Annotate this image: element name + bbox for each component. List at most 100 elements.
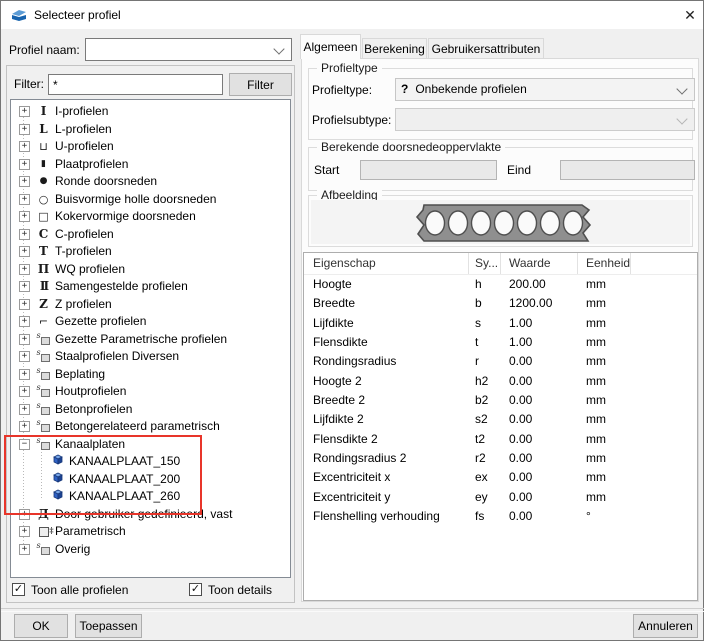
expand-icon[interactable]: + — [19, 404, 30, 415]
column-header[interactable]: Sy... — [469, 253, 501, 274]
table-row[interactable]: Flensdikte 2t20.00mm — [304, 430, 697, 449]
profielsubtype-combobox[interactable] — [395, 108, 695, 131]
tree-item[interactable]: +IISamengestelde profielen — [11, 278, 290, 296]
tree-item[interactable]: +ДDoor gebruiker gedefinieerd, vast — [11, 506, 290, 524]
expand-icon[interactable]: + — [19, 264, 30, 275]
tree-item[interactable]: +sHoutprofielen — [11, 383, 290, 401]
tree-item[interactable]: +□Kokervormige doorsneden — [11, 208, 290, 226]
tree-item[interactable]: +sBeplating — [11, 366, 290, 384]
show-details-checkbox[interactable]: ✓ — [189, 583, 202, 596]
expand-icon[interactable]: + — [19, 246, 30, 257]
table-row[interactable]: Flenshelling verhoudingfs0.00° — [304, 507, 697, 526]
tree-item[interactable]: KANAALPLAAT_200 — [11, 471, 290, 489]
tree-item-label: KANAALPLAAT_260 — [69, 489, 180, 503]
tree-item-label: Kanaalplaten — [55, 437, 125, 451]
filter-input[interactable] — [48, 74, 223, 95]
table-row[interactable]: Breedteb1200.00mm — [304, 294, 697, 313]
tree-item[interactable]: +sGezette Parametrische profielen — [11, 331, 290, 349]
table-row[interactable]: Lijfdiktes1.00mm — [304, 314, 697, 333]
expand-icon[interactable]: + — [19, 281, 30, 292]
chevron-down-icon — [676, 113, 687, 124]
tree-item-label: I-profielen — [55, 104, 108, 118]
close-icon[interactable]: ✕ — [679, 6, 701, 25]
collapse-icon[interactable]: − — [19, 439, 30, 450]
profieltype-combobox[interactable]: ?Onbekende profielen — [395, 78, 695, 101]
table-row[interactable]: Rondingsradiusr0.00mm — [304, 352, 697, 371]
expand-icon[interactable]: + — [19, 386, 30, 397]
tree-item[interactable]: +sStaalprofielen Diversen — [11, 348, 290, 366]
expand-icon[interactable]: + — [19, 421, 30, 432]
show-all-profiles-checkbox[interactable]: ✓ — [12, 583, 25, 596]
table-row[interactable]: Excentriciteit yey0.00mm — [304, 488, 697, 507]
tab-gebruikersattributen[interactable]: Gebruikersattributen — [428, 38, 544, 59]
tree-item[interactable]: +ZZ profielen — [11, 296, 290, 314]
table-cell: b2 — [469, 391, 501, 410]
table-row[interactable]: Lijfdikte 2s20.00mm — [304, 410, 697, 429]
expand-icon[interactable]: + — [19, 106, 30, 117]
start-field[interactable] — [360, 160, 497, 180]
expand-icon[interactable]: + — [19, 211, 30, 222]
profieltype-group-title: Profieltype — [317, 61, 382, 75]
column-header[interactable]: Eenheid — [578, 253, 631, 274]
table-cell: mm — [578, 372, 631, 391]
expand-icon[interactable]: + — [19, 194, 30, 205]
tab-algemeen[interactable]: Algemeen — [300, 34, 361, 59]
column-header[interactable]: Eigenschap — [304, 253, 469, 274]
expand-icon[interactable]: + — [19, 159, 30, 170]
column-header[interactable]: Waarde — [501, 253, 578, 274]
tree-item[interactable]: +⊔U-profielen — [11, 138, 290, 156]
show-all-profiles-label: Toon alle profielen — [31, 583, 128, 597]
expand-icon[interactable]: + — [19, 124, 30, 135]
table-cell: 0.00 — [501, 372, 578, 391]
expand-icon[interactable]: + — [19, 176, 30, 187]
tree-item[interactable]: +▮Plaatprofielen — [11, 156, 290, 174]
tree-item[interactable]: +sBetongerelateerd parametrisch — [11, 418, 290, 436]
parametric-node-icon: ‡ — [35, 523, 52, 541]
table-cell: ey — [469, 488, 501, 507]
table-row[interactable]: Excentriciteit xex0.00mm — [304, 468, 697, 487]
app-icon — [11, 8, 27, 22]
filter-button[interactable]: Filter — [229, 73, 292, 96]
tree-item-label: Staalprofielen Diversen — [55, 349, 179, 363]
l-profile-icon: L — [35, 121, 52, 139]
eind-field[interactable] — [560, 160, 695, 180]
tree-item[interactable]: +⌐Gezette profielen — [11, 313, 290, 331]
tree-item[interactable]: +CC-profielen — [11, 226, 290, 244]
ok-button[interactable]: OK — [14, 614, 68, 638]
tree-item[interactable]: KANAALPLAAT_150 — [11, 453, 290, 471]
apply-button[interactable]: Toepassen — [75, 614, 142, 638]
table-row[interactable]: Flensdiktet1.00mm — [304, 333, 697, 352]
expand-icon[interactable]: + — [19, 369, 30, 380]
expand-icon[interactable]: + — [19, 229, 30, 240]
dialog-title: Selecteer profiel — [34, 8, 121, 22]
cancel-button[interactable]: Annuleren — [633, 614, 698, 638]
table-row[interactable]: Rondingsradius 2r20.00mm — [304, 449, 697, 468]
expand-icon[interactable]: + — [19, 334, 30, 345]
tree-item[interactable]: +II-profielen — [11, 103, 290, 121]
expand-icon[interactable]: + — [19, 509, 30, 520]
expand-icon[interactable]: + — [19, 316, 30, 327]
expand-icon[interactable]: + — [19, 299, 30, 310]
tree-item[interactable]: +○Buisvormige holle doorsneden — [11, 191, 290, 209]
table-cell: mm — [578, 410, 631, 429]
expand-icon[interactable]: + — [19, 351, 30, 362]
table-row[interactable]: Hoogteh200.00mm — [304, 275, 697, 294]
tree-item[interactable]: +ΠWQ profielen — [11, 261, 290, 279]
plate-profile-icon: ▮ — [35, 156, 52, 174]
table-cell: s2 — [469, 410, 501, 429]
table-row[interactable]: Breedte 2b20.00mm — [304, 391, 697, 410]
tree-item[interactable]: +‡Parametrisch — [11, 523, 290, 541]
table-row[interactable]: Hoogte 2h20.00mm — [304, 372, 697, 391]
expand-icon[interactable]: + — [19, 544, 30, 555]
tree-item[interactable]: +sBetonprofielen — [11, 401, 290, 419]
expand-icon[interactable]: + — [19, 141, 30, 152]
tree-item[interactable]: +TT-profielen — [11, 243, 290, 261]
tree-item[interactable]: −sKanaalplaten — [11, 436, 290, 454]
tab-berekening[interactable]: Berekening — [362, 38, 427, 59]
tree-item[interactable]: +●Ronde doorsneden — [11, 173, 290, 191]
tree-item[interactable]: +sOverig — [11, 541, 290, 559]
expand-icon[interactable]: + — [19, 526, 30, 537]
profile-name-combobox[interactable] — [85, 38, 292, 61]
tree-item[interactable]: KANAALPLAAT_260 — [11, 488, 290, 506]
tree-item[interactable]: +LL-profielen — [11, 121, 290, 139]
